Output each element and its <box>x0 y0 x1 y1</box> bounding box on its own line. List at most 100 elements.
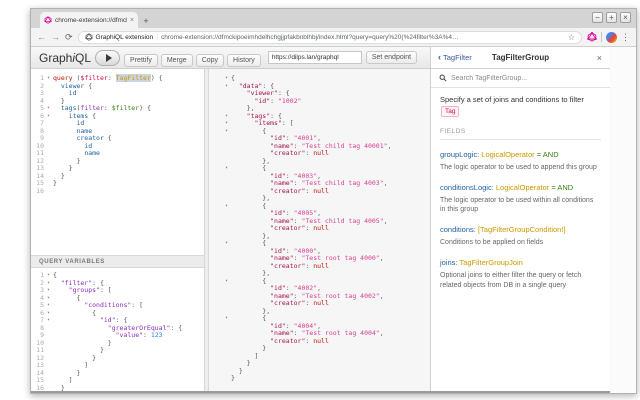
fold-gutter <box>222 135 231 143</box>
fold-gutter <box>44 188 53 196</box>
menu-icon[interactable]: ⋮ <box>621 32 630 43</box>
code-line: 16 <box>31 187 204 196</box>
endpoint-input[interactable] <box>267 51 362 64</box>
fold-gutter <box>222 345 231 353</box>
fold-gutter <box>222 353 231 361</box>
doc-search-input[interactable] <box>451 74 602 82</box>
fold-arrow-icon[interactable]: ▾ <box>222 240 231 248</box>
fold-arrow-icon[interactable]: ▾ <box>222 75 231 83</box>
doc-field-type-link[interactable]: TagFilterGroupJoin <box>459 258 522 267</box>
fold-gutter <box>222 210 231 218</box>
graphiql-extension-icon[interactable] <box>587 32 597 42</box>
fold-arrow-icon[interactable]: ▾ <box>44 105 53 113</box>
fold-arrow-icon[interactable]: ▾ <box>222 128 231 136</box>
fold-gutter <box>222 218 231 226</box>
doc-field-signature: groupLogic: LogicalOperator = AND <box>440 150 601 159</box>
toolbar-button-copy[interactable]: Copy <box>195 53 225 67</box>
toolbar-button-merge[interactable]: Merge <box>160 53 193 67</box>
browser-tab[interactable]: chrome-extension://dfmckipo × <box>40 12 138 28</box>
execute-button[interactable] <box>95 49 121 66</box>
toolbar-button-prettify[interactable]: Prettify <box>124 53 158 67</box>
doc-explorer-header: ‹ TagFilter TagFilterGroup × <box>431 47 610 69</box>
doc-field-type-link[interactable]: LogicalOperator <box>496 183 549 192</box>
bookmark-star-icon[interactable]: ☆ <box>568 33 575 42</box>
chevron-left-icon: ‹ <box>438 52 441 62</box>
fold-gutter <box>44 362 53 370</box>
doc-field-description: The logic operator to be used within all… <box>440 196 594 214</box>
fold-arrow-icon[interactable]: ▾ <box>44 272 53 280</box>
doc-field-name-link[interactable]: groupLogic <box>440 150 477 159</box>
fold-gutter <box>222 105 231 113</box>
graphql-favicon-icon <box>44 16 52 24</box>
forward-icon[interactable]: → <box>51 32 60 42</box>
query-editor[interactable]: 1 ▾ query ($filter: TagFilter) {2 viewer {… <box>31 69 204 255</box>
fold-arrow-icon[interactable]: ▾ <box>44 280 53 288</box>
set-endpoint-button[interactable]: Set endpoint <box>365 51 418 64</box>
minimize-button[interactable]: − <box>592 12 603 23</box>
fold-gutter <box>44 173 53 181</box>
fold-arrow-icon[interactable]: ▾ <box>222 278 231 286</box>
fold-arrow-icon[interactable]: ▾ <box>44 113 53 121</box>
profile-avatar[interactable] <box>606 31 617 43</box>
fold-arrow-icon[interactable]: ▾ <box>44 317 53 325</box>
doc-field-type-link[interactable]: LogicalOperator <box>481 150 534 159</box>
fold-gutter <box>44 180 53 188</box>
graphiql-topbar: GraphiQL PrettifyMergeCopyHistory Set en… <box>31 47 430 69</box>
code-line: } <box>209 374 430 383</box>
fold-gutter <box>222 263 231 271</box>
doc-field-name-link[interactable]: conditionsLogic <box>440 183 492 192</box>
fold-gutter <box>222 173 231 181</box>
response-viewer: ▾{▾ "data": { "viewer": { "id": "1002" }… <box>209 69 430 391</box>
fold-arrow-icon[interactable]: ▾ <box>222 315 231 323</box>
fold-gutter <box>222 375 231 383</box>
graphiql-app: GraphiQL PrettifyMergeCopyHistory Set en… <box>31 47 610 393</box>
fold-arrow-icon[interactable]: ▾ <box>222 83 231 91</box>
fold-gutter <box>44 340 53 348</box>
tab-close-icon[interactable]: × <box>130 17 134 24</box>
fold-arrow-icon[interactable]: ▾ <box>44 302 53 310</box>
fold-gutter <box>222 285 231 293</box>
new-tab-button[interactable]: + <box>138 14 154 28</box>
maximize-button[interactable]: + <box>606 12 617 23</box>
toolbar-button-history[interactable]: History <box>227 53 261 67</box>
doc-field-default: = AND <box>534 149 559 159</box>
doc-field-description: The logic operator to be used to append … <box>440 163 597 171</box>
reload-icon[interactable]: ⟳ <box>65 32 73 42</box>
doc-field-name-link[interactable]: conditions <box>440 225 474 234</box>
fold-arrow-icon[interactable]: ▾ <box>222 120 231 128</box>
address-bar[interactable]: GraphiQL extension | chrome-extension://… <box>77 30 582 44</box>
fold-gutter <box>222 195 231 203</box>
fold-arrow-icon[interactable]: ▾ <box>222 165 231 173</box>
variables-editor[interactable]: 1 ▾{2 ▾ "filter": {3 ▾ "groups": [4 ▾ {5 ▾ "c… <box>31 268 204 391</box>
play-icon <box>105 53 112 62</box>
fold-arrow-icon[interactable]: ▾ <box>44 310 53 318</box>
browser-toolbar: ← → ⟳ GraphiQL extension | chrome-extens… <box>31 28 636 47</box>
fold-gutter <box>222 368 231 376</box>
back-icon[interactable]: ← <box>37 32 46 42</box>
browser-window: chrome-extension://dfmckipo × + − + × ← … <box>30 8 637 394</box>
fold-gutter <box>222 338 231 346</box>
fold-arrow-icon[interactable]: ▾ <box>44 75 53 83</box>
fold-gutter <box>222 143 231 151</box>
doc-field-name-link[interactable]: joins <box>440 258 455 267</box>
toolbar-divider <box>601 32 602 42</box>
fold-gutter <box>222 270 231 278</box>
doc-field-signature: joins: TagFilterGroupJoin <box>440 258 601 267</box>
page: GraphiQL PrettifyMergeCopyHistory Set en… <box>31 47 636 393</box>
doc-close-icon[interactable]: × <box>597 53 602 63</box>
doc-back-link[interactable]: ‹ TagFilter <box>438 52 472 63</box>
type-pill-tag[interactable]: Tag <box>441 105 460 117</box>
doc-field-conditionsLogic: conditionsLogic: LogicalOperator = AND Th… <box>440 183 601 216</box>
fold-gutter <box>44 165 53 173</box>
close-window-button[interactable]: × <box>620 12 631 23</box>
fold-arrow-icon[interactable]: ▾ <box>222 113 231 121</box>
doc-field-type-link[interactable]: [TagFilterGroupCondition!] <box>478 225 566 234</box>
fold-arrow-icon[interactable]: ▾ <box>44 295 53 303</box>
fold-gutter <box>222 233 231 241</box>
fold-arrow-icon[interactable]: ▾ <box>222 203 231 211</box>
variables-header[interactable]: QUERY VARIABLES <box>31 255 204 268</box>
doc-body: Specify a set of joins and conditions to… <box>431 88 610 391</box>
fold-arrow-icon[interactable]: ▾ <box>44 287 53 295</box>
fold-gutter <box>44 332 53 340</box>
fold-gutter <box>44 150 53 158</box>
